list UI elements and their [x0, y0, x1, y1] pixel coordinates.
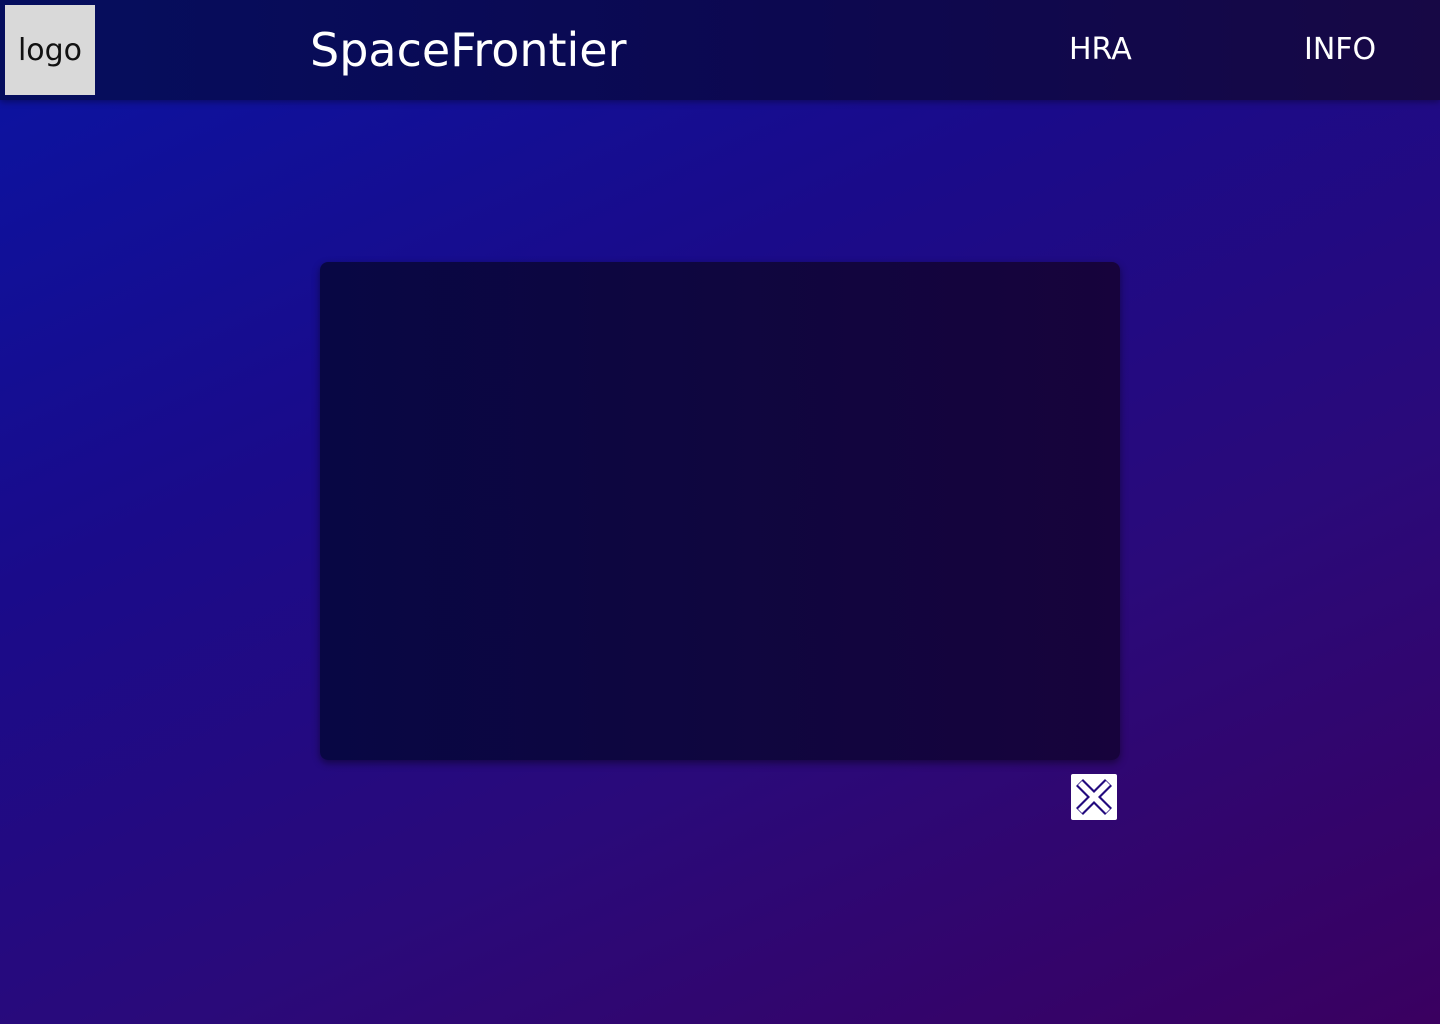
expand-button[interactable] — [1071, 774, 1117, 820]
nav-link-info[interactable]: INFO — [1304, 32, 1376, 68]
logo[interactable]: logo — [5, 5, 95, 95]
viewer-panel[interactable] — [320, 262, 1120, 760]
nav-link-hra[interactable]: HRA — [1069, 32, 1132, 68]
top-navigation-bar: logo SpaceFrontier HRA INFO — [0, 0, 1440, 100]
app-title: SpaceFrontier — [310, 23, 627, 77]
expand-arrows-icon — [1071, 774, 1117, 820]
